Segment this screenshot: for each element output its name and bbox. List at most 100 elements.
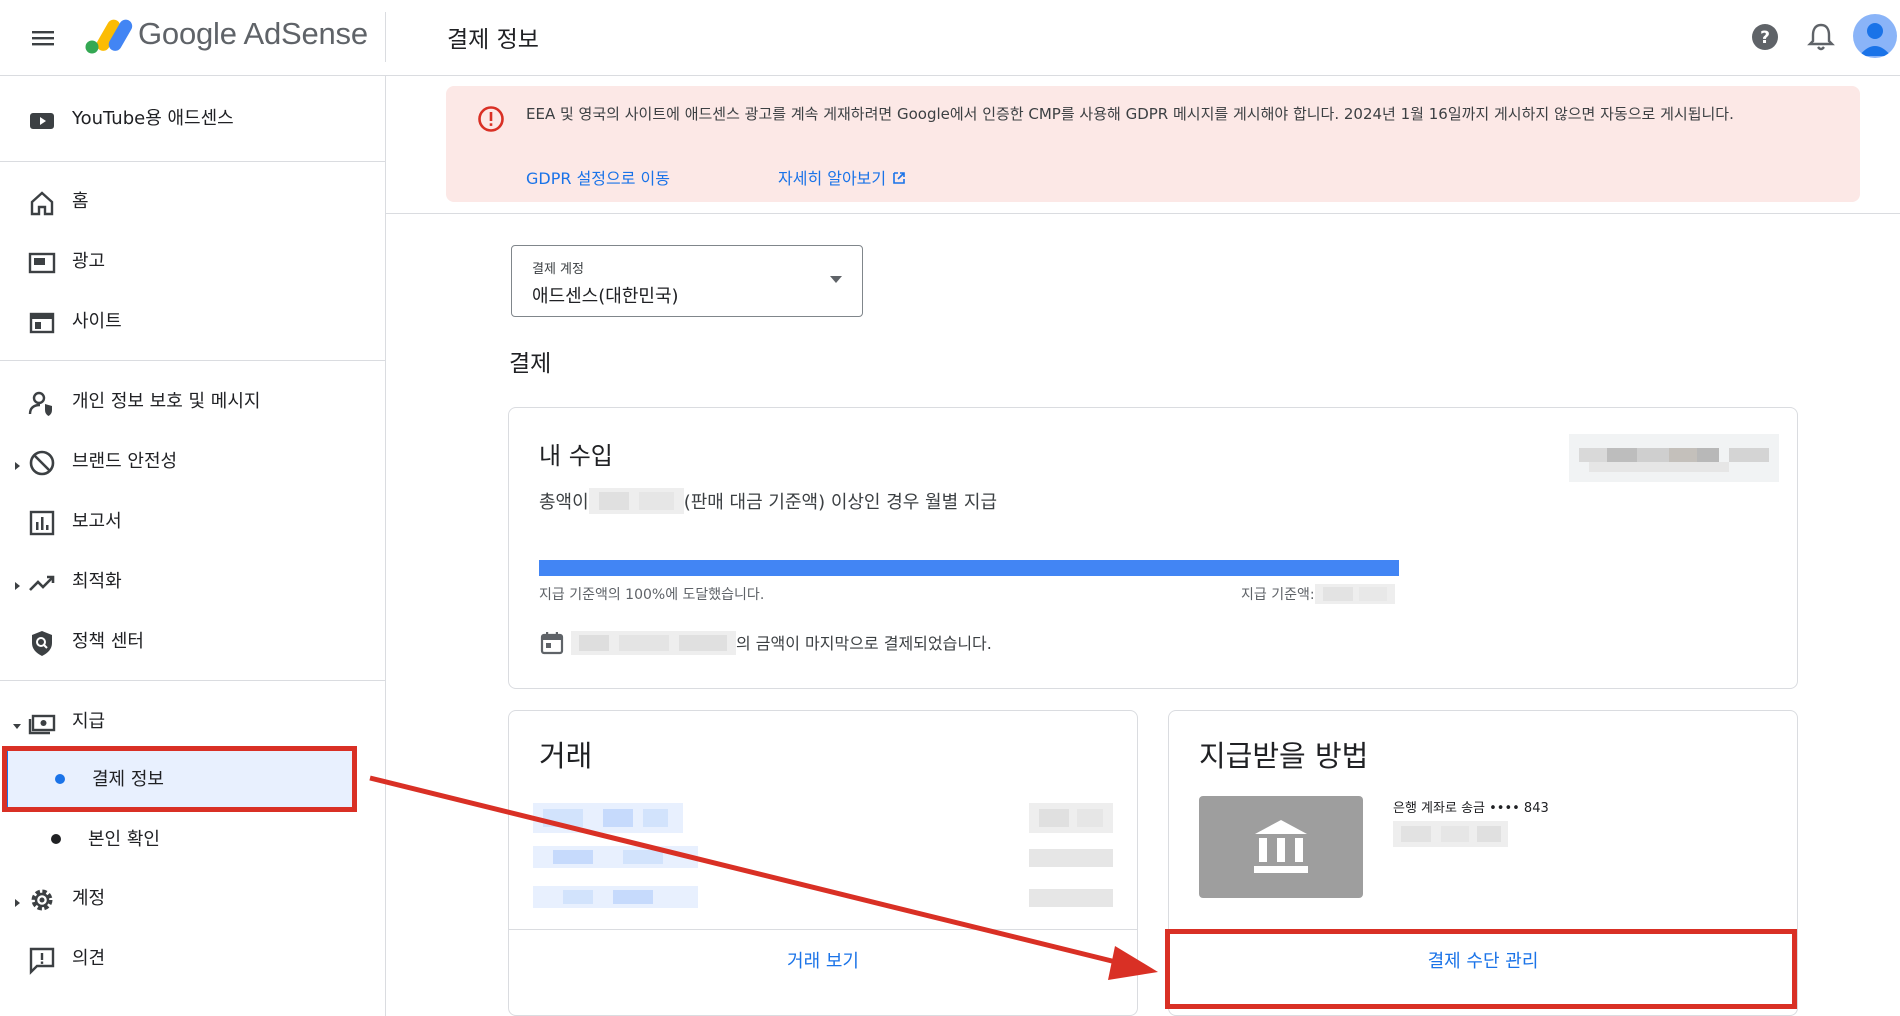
adsense-logo-icon <box>82 16 142 56</box>
bank-tile <box>1199 796 1363 898</box>
expand-arrow-icon <box>12 893 22 907</box>
sidebar-item-label: 계정 <box>72 888 106 909</box>
threshold-description: 총액이 (판매 대금 기준액) 이상인 경우 월별 지급 <box>539 488 997 514</box>
bank-icon <box>1254 820 1308 873</box>
desc-prefix: 총액이 <box>539 492 589 513</box>
last-payment-date-redacted <box>571 631 736 655</box>
sidebar-item-sites[interactable]: 사이트 <box>0 294 385 350</box>
header-divider <box>385 12 386 62</box>
help-icon[interactable]: ? <box>1748 20 1782 54</box>
sidebar-item-label: 정책 센터 <box>72 631 144 652</box>
select-value: 애드센스(대한민국) <box>532 286 679 307</box>
desc-suffix: (판매 대금 기준액) 이상인 경우 월별 지급 <box>683 492 998 513</box>
transaction-amount-redacted <box>1029 889 1113 911</box>
sidebar-item-label: 지급 <box>72 711 106 732</box>
sidebar-item-feedback[interactable]: 의견 <box>0 931 385 987</box>
threshold-value-redacted <box>1314 584 1395 604</box>
calendar-icon <box>539 630 565 656</box>
sidebar-item-label: 광고 <box>72 251 106 272</box>
sidebar-item-label: 결제 정보 <box>92 769 164 790</box>
block-icon <box>27 448 57 478</box>
top-header: Google AdSense 결제 정보 ? <box>0 0 1900 76</box>
bar-chart-icon <box>27 508 57 538</box>
menu-icon[interactable] <box>24 20 64 56</box>
sidebar-item-label: 홈 <box>72 191 89 212</box>
last-payment-info: 의 금액이 마지막으로 결제되었습니다. <box>539 630 992 656</box>
notifications-bell-icon[interactable] <box>1805 20 1837 54</box>
sidebar-divider <box>0 161 385 162</box>
threshold-label: 지급 기준액: <box>1241 584 1395 604</box>
sidebar-item-verification[interactable]: 본인 확인 <box>4 808 354 868</box>
payment-method-card: 지급받을 방법 은행 계좌로 송금 •••• 843 결제 수단 관리 <box>1168 710 1798 1016</box>
bank-transfer-label: 은행 계좌로 송금 •••• 843 <box>1393 801 1549 816</box>
account-avatar-icon[interactable] <box>1853 14 1897 58</box>
gdpr-alert-banner: EEA 및 영국의 사이트에 애드센스 광고를 계속 게재하려면 Google에… <box>446 86 1860 202</box>
progress-fill <box>539 560 1399 576</box>
transaction-row-redacted <box>533 803 683 837</box>
content-divider <box>386 213 1900 214</box>
earnings-card: 내 수입 총액이 (판매 대금 기준액) 이상인 경우 월별 지급 지급 기준액의… <box>508 407 1798 689</box>
gear-icon <box>27 885 57 915</box>
sidebar-item-reports[interactable]: 보고서 <box>0 494 385 550</box>
transactions-title: 거래 <box>539 739 593 773</box>
gdpr-settings-link[interactable]: GDPR 설정으로 이동 <box>526 165 670 189</box>
trending-up-icon <box>27 568 57 598</box>
sidebar-item-label: 본인 확인 <box>88 829 160 850</box>
billing-account-select[interactable]: 결제 계정 애드센스(대한민국) <box>511 245 863 317</box>
bullet-dot-icon <box>51 834 61 844</box>
transaction-row-redacted <box>533 886 698 912</box>
sidebar-item-label: 개인 정보 보호 및 메시지 <box>72 391 261 412</box>
earnings-title: 내 수입 <box>539 442 613 470</box>
transaction-amount-redacted <box>1029 803 1113 837</box>
payments-icon <box>27 708 57 738</box>
bullet-dot-icon <box>55 774 65 784</box>
threshold-amount-redacted <box>588 488 684 514</box>
sidebar-item-optimization[interactable]: 최적화 <box>0 554 385 610</box>
sidebar-item-account[interactable]: 계정 <box>0 871 385 927</box>
payment-method-title: 지급받을 방법 <box>1199 739 1369 773</box>
view-transactions-link[interactable]: 거래 보기 <box>509 929 1137 995</box>
error-icon <box>476 104 506 134</box>
svg-text:?: ? <box>1760 28 1770 48</box>
section-title: 결제 <box>509 351 552 377</box>
learn-more-link[interactable]: 자세히 알아보기 <box>778 165 906 189</box>
sidebar-item-payment-info[interactable]: 결제 정보 <box>4 748 354 808</box>
sidebar-item-label: 브랜드 안전성 <box>72 451 178 472</box>
person-shield-icon <box>27 388 57 418</box>
brand-name: Google AdSense <box>138 16 368 51</box>
bank-account-redacted <box>1393 821 1508 847</box>
ads-icon <box>27 248 57 278</box>
earnings-amount-redacted <box>1569 434 1779 482</box>
page-title: 결제 정보 <box>447 27 539 53</box>
sidebar-item-home[interactable]: 홈 <box>0 174 385 230</box>
sidebar-item-payments[interactable]: 지급 <box>0 694 385 750</box>
sidebar-item-youtube[interactable]: YouTube용 애드센스 <box>0 91 385 147</box>
threshold-label-text: 지급 기준액: <box>1241 587 1315 603</box>
threshold-progress-bar <box>539 560 1399 576</box>
sidebar-divider <box>0 680 385 681</box>
youtube-icon <box>27 105 57 135</box>
home-icon <box>27 188 57 218</box>
feedback-icon <box>27 945 57 975</box>
policy-shield-icon <box>27 628 57 658</box>
sidebar-divider <box>0 360 385 361</box>
sidebar-item-ads[interactable]: 광고 <box>0 234 385 290</box>
sidebar-item-label: 보고서 <box>72 511 122 532</box>
sidebar-item-label: 사이트 <box>72 311 122 332</box>
transactions-card: 거래 거래 보기 <box>508 710 1138 1016</box>
sidebar-item-label: 최적화 <box>72 571 122 592</box>
sidebar-item-brand-safety[interactable]: 브랜드 안전성 <box>0 434 385 490</box>
sidebar-item-policy-center[interactable]: 정책 센터 <box>0 614 385 670</box>
learn-more-label: 자세히 알아보기 <box>778 169 887 188</box>
alert-message: EEA 및 영국의 사이트에 애드센스 광고를 계속 게재하려면 Google에… <box>526 105 1734 123</box>
external-link-icon <box>892 170 906 184</box>
sites-icon <box>27 308 57 338</box>
transaction-amount-redacted <box>1029 849 1113 871</box>
sidebar-nav: YouTube용 애드센스 홈 광고 사이트 개인 정보 보호 및 메시지 브랜 <box>0 76 386 1016</box>
main-content: EEA 및 영국의 사이트에 애드센스 광고를 계속 게재하려면 Google에… <box>386 76 1900 1016</box>
sidebar-item-privacy-messaging[interactable]: 개인 정보 보호 및 메시지 <box>0 374 385 430</box>
sidebar-item-label: 의견 <box>72 948 106 969</box>
dropdown-arrow-icon <box>830 276 842 283</box>
last-payment-suffix: 의 금액이 마지막으로 결제되었습니다. <box>736 634 992 653</box>
manage-payment-methods-link[interactable]: 결제 수단 관리 <box>1169 929 1797 995</box>
